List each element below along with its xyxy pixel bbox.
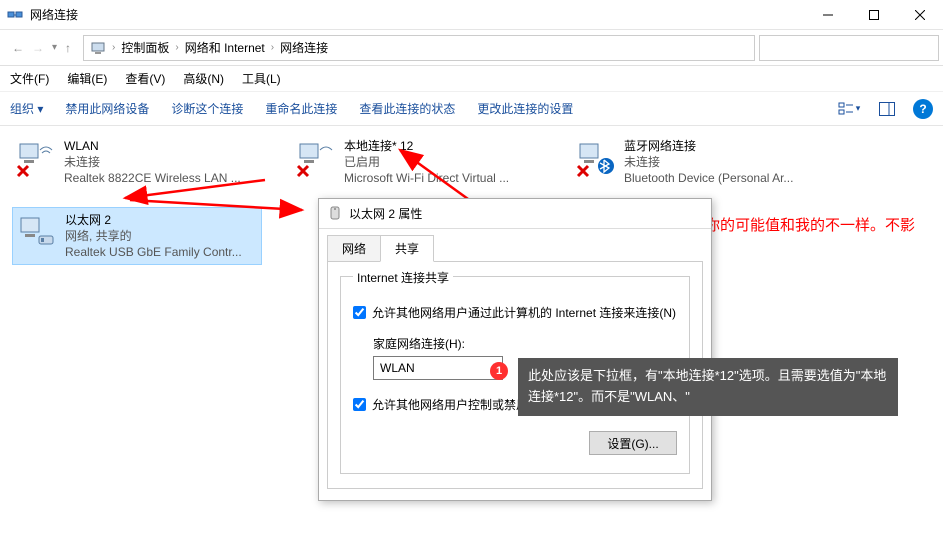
network-adapter-icon [576,138,616,178]
connection-status: 已启用 [344,154,509,170]
status-button[interactable]: 查看此连接的状态 [359,100,455,117]
help-button[interactable]: ? [913,99,933,119]
allow-connect-checkbox[interactable] [353,306,366,319]
minimize-button[interactable] [805,0,851,30]
breadcrumb-1[interactable]: 控制面板 [121,39,169,56]
menubar: 文件(F) 编辑(E) 查看(V) 高级(N) 工具(L) [0,66,943,92]
connection-status: 未连接 [624,154,793,170]
connection-local-12[interactable]: 本地连接* 12 已启用 Microsoft Wi-Fi Direct Virt… [292,134,542,191]
dialog-icon [327,206,343,222]
change-settings-button[interactable]: 更改此连接的设置 [477,100,573,117]
recent-dropdown[interactable]: ▾ [52,42,57,53]
settings-button[interactable]: 设置(G)... [589,431,677,455]
close-button[interactable] [897,0,943,30]
toolbar: 组织 ▾ 禁用此网络设备 诊断这个连接 重命名此连接 查看此连接的状态 更改此连… [0,92,943,126]
search-input[interactable] [759,35,939,61]
network-adapter-icon [17,212,57,252]
navbar: ← → ▾ ↑ › 控制面板 › 网络和 Internet › 网络连接 [0,30,943,66]
view-dropdown-icon[interactable]: ▾ [837,97,861,121]
connection-name: 以太网 2 [65,212,242,228]
dialog-tabs: 网络 共享 [319,229,711,262]
chevron-right-icon: › [175,42,178,53]
connection-device: Realtek USB GbE Family Contr... [65,244,242,260]
maximize-button[interactable] [851,0,897,30]
titlebar: 网络连接 [0,0,943,30]
address-bar[interactable]: › 控制面板 › 网络和 Internet › 网络连接 [83,35,755,61]
allow-control-checkbox[interactable] [353,398,366,411]
annotation-tooltip: 此处应该是下拉框，有"本地连接*12"选项。且需要选值为"本地连接*12"。而不… [518,358,898,416]
allow-connect-label: 允许其他网络用户通过此计算机的 Internet 连接来连接(N) [372,304,676,321]
connection-device: Microsoft Wi-Fi Direct Virtual ... [344,170,509,186]
menu-file[interactable]: 文件(F) [10,70,49,87]
connection-name: 蓝牙网络连接 [624,138,793,154]
annotation-badge-1: 1 [490,362,508,380]
window-title: 网络连接 [30,6,805,23]
diagnose-button[interactable]: 诊断这个连接 [171,100,243,117]
connection-status: 网络, 共享的 [65,228,242,244]
chevron-right-icon: › [112,42,115,53]
network-adapter-icon [296,138,336,178]
tab-sharing[interactable]: 共享 [380,235,434,262]
back-button[interactable]: ← [12,41,24,55]
menu-tools[interactable]: 工具(L) [242,70,281,87]
combo-value: WLAN [380,361,415,375]
preview-pane-icon[interactable] [875,97,899,121]
up-button[interactable]: ↑ [65,41,71,55]
group-title: Internet 连接共享 [353,269,453,286]
dialog-title: 以太网 2 属性 [349,205,422,222]
properties-dialog: 以太网 2 属性 网络 共享 Internet 连接共享 允许其他网络用户通过此… [318,198,712,501]
connection-bluetooth[interactable]: 蓝牙网络连接 未连接 Bluetooth Device (Personal Ar… [572,134,822,191]
pc-icon [90,40,106,56]
menu-view[interactable]: 查看(V) [125,70,165,87]
connection-status: 未连接 [64,154,241,170]
menu-advanced[interactable]: 高级(N) [183,70,224,87]
breadcrumb-3[interactable]: 网络连接 [280,39,328,56]
menu-edit[interactable]: 编辑(E) [67,70,107,87]
network-adapter-icon [16,138,56,178]
breadcrumb-2[interactable]: 网络和 Internet [185,39,265,56]
chevron-right-icon: › [271,42,274,53]
connection-name: 本地连接* 12 [344,138,509,154]
home-network-label: 家庭网络连接(H): [373,335,677,352]
tab-network[interactable]: 网络 [327,235,381,262]
dialog-titlebar: 以太网 2 属性 [319,199,711,229]
connection-ethernet-2[interactable]: 以太网 2 网络, 共享的 Realtek USB GbE Family Con… [12,207,262,266]
app-icon [0,7,30,23]
disable-device-button[interactable]: 禁用此网络设备 [65,100,149,117]
home-network-combo[interactable]: WLAN ▾ [373,356,503,380]
connection-device: Realtek 8822CE Wireless LAN ... [64,170,241,186]
connection-name: WLAN [64,138,241,154]
rename-button[interactable]: 重命名此连接 [265,100,337,117]
connection-wlan[interactable]: WLAN 未连接 Realtek 8822CE Wireless LAN ... [12,134,262,191]
connection-device: Bluetooth Device (Personal Ar... [624,170,793,186]
forward-button[interactable]: → [32,41,44,55]
allow-connect-row[interactable]: 允许其他网络用户通过此计算机的 Internet 连接来连接(N) [353,304,677,321]
organize-button[interactable]: 组织 ▾ [10,100,43,117]
